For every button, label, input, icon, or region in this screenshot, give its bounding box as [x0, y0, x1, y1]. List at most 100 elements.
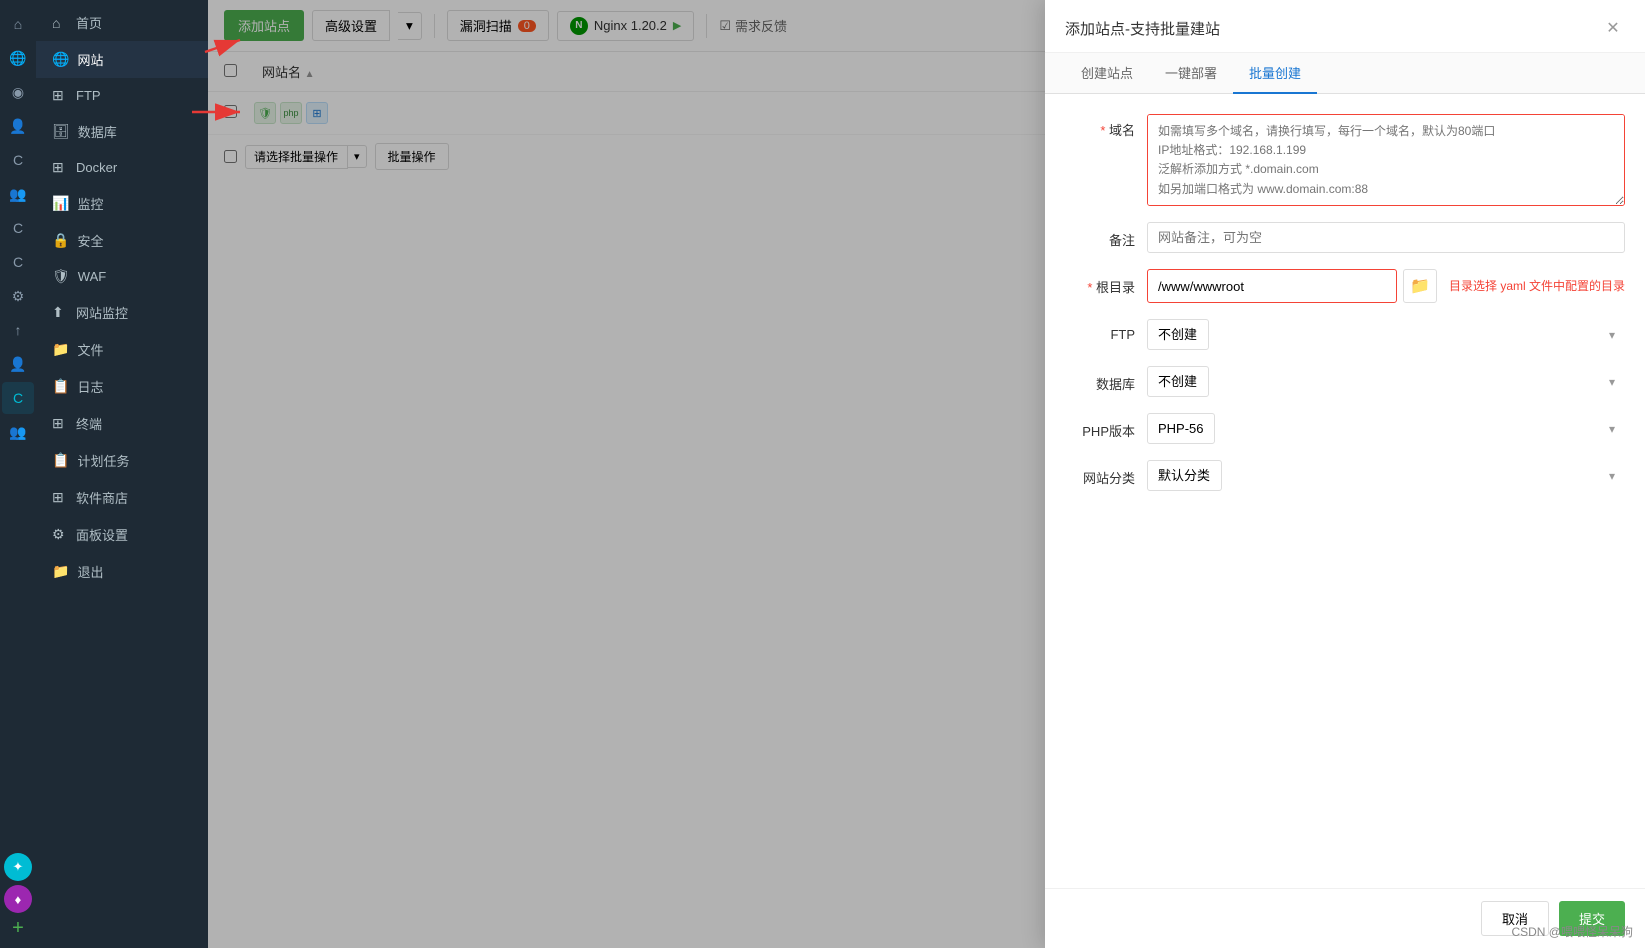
group-sidebar-icon[interactable]: 👥	[2, 178, 34, 210]
sidebar-docker-label: Docker	[76, 160, 117, 175]
db-select[interactable]: 不创建	[1147, 366, 1209, 397]
sidebar-webmonitor-label: 网站监控	[76, 303, 128, 322]
add-site-modal: 添加站点-支持批量建站 ✕ 创建站点 一键部署 批量创建 域名	[1045, 0, 1645, 948]
purple-action-icon[interactable]: ♦	[4, 885, 32, 913]
tab-create-site[interactable]: 创建站点	[1065, 53, 1149, 94]
logs-icon: 📋	[52, 378, 69, 395]
sidebar-item-waf[interactable]: 🛡 WAF	[36, 259, 208, 294]
sidebar-item-home[interactable]: ⌂ 首页	[36, 4, 208, 41]
files-icon: 📁	[52, 341, 69, 358]
sidebar-security-label: 安全	[77, 231, 103, 250]
c3-sidebar-icon[interactable]: C	[2, 246, 34, 278]
modal-overlay: 添加站点-支持批量建站 ✕ 创建站点 一键部署 批量创建 域名	[208, 0, 1645, 948]
sidebar-terminal-label: 终端	[76, 414, 102, 433]
user2-sidebar-icon[interactable]: 👤	[2, 348, 34, 380]
sidebar-item-panel[interactable]: ⚙ 面板设置	[36, 516, 208, 553]
github-sidebar-icon[interactable]: ◉	[2, 76, 34, 108]
sidebar-files-label: 文件	[77, 340, 103, 359]
sidebar-item-terminal[interactable]: ⊞ 终端	[36, 405, 208, 442]
modal-tabs: 创建站点 一键部署 批量创建	[1045, 53, 1645, 94]
user-sidebar-icon[interactable]: 👤	[2, 110, 34, 142]
tab-batch-create[interactable]: 批量创建	[1233, 53, 1317, 94]
sidebar-item-logout[interactable]: 📁 退出	[36, 553, 208, 590]
php-form-row: PHP版本 PHP-56	[1065, 413, 1625, 444]
gear-sidebar-icon[interactable]: ⚙	[2, 280, 34, 312]
c4-sidebar-icon[interactable]: C	[2, 382, 34, 414]
sidebar-item-security[interactable]: 🔒 安全	[36, 222, 208, 259]
root-hint-text: 目录选择 yaml 文件中配置的目录	[1449, 269, 1625, 294]
sidebar-panel-label: 面板设置	[76, 525, 128, 544]
sidebar-database-label: 数据库	[78, 122, 117, 141]
sidebar-item-database[interactable]: 🗄 数据库	[36, 113, 208, 150]
php-label: PHP版本	[1065, 413, 1135, 440]
domain-textarea[interactable]	[1147, 114, 1625, 206]
ftp-select[interactable]: 不创建	[1147, 319, 1209, 350]
sidebar-icon-strip: ⌂ 🌐 ◉ 👤 C 👥 C C ⚙ ↑ 👤 C 👥 ✦ ♦ +	[0, 0, 36, 948]
category-select-wrapper: 默认分类	[1147, 460, 1625, 491]
sidebar-ftp-label: FTP	[76, 88, 101, 103]
category-form-row: 网站分类 默认分类	[1065, 460, 1625, 491]
tab-one-click-deploy[interactable]: 一键部署	[1149, 53, 1233, 94]
store-icon: ⊞	[52, 489, 68, 506]
remark-input[interactable]	[1147, 222, 1625, 253]
php-select-wrapper: PHP-56	[1147, 413, 1625, 444]
tasks-icon: 📋	[52, 452, 69, 469]
root-input-group: 📁	[1147, 269, 1437, 303]
root-label: 根目录	[1065, 269, 1135, 296]
db-label: 数据库	[1065, 366, 1135, 393]
watermark: CSDN @喂喂怪呆呆狗	[1511, 923, 1633, 940]
db-select-wrapper: 不创建	[1147, 366, 1625, 397]
sidebar-item-docker[interactable]: ⊞ Docker	[36, 150, 208, 185]
home-sidebar-icon[interactable]: ⌂	[2, 8, 34, 40]
c2-sidebar-icon[interactable]: C	[2, 212, 34, 244]
sidebar-item-tasks[interactable]: 📋 计划任务	[36, 442, 208, 479]
category-label: 网站分类	[1065, 460, 1135, 487]
group2-sidebar-icon[interactable]: 👥	[2, 416, 34, 448]
home-icon: ⌂	[52, 15, 68, 31]
sidebar-waf-label: WAF	[78, 269, 106, 284]
waf-icon: 🛡	[52, 268, 70, 285]
db-form-row: 数据库 不创建	[1065, 366, 1625, 397]
main-sidebar: ⌂ 首页 🌐 网站 ⊞ FTP 🗄 数据库 ⊞ Docker 📊 监控 🔒 安全…	[36, 0, 208, 948]
c1-sidebar-icon[interactable]: C	[2, 144, 34, 176]
sidebar-item-monitor[interactable]: 📊 监控	[36, 185, 208, 222]
docker-icon: ⊞	[52, 159, 68, 176]
modal-close-button[interactable]: ✕	[1601, 16, 1625, 40]
sidebar-item-ftp[interactable]: ⊞ FTP	[36, 78, 208, 113]
sidebar-item-webmonitor[interactable]: ⬆ 网站监控	[36, 294, 208, 331]
arrow-sidebar-icon[interactable]: ↑	[2, 314, 34, 346]
sidebar-monitor-label: 监控	[77, 194, 103, 213]
content-area: 添加站点 高级设置 ▾ 漏洞扫描 0 N Nginx 1.20.2 ▶ ☑ 需求…	[208, 0, 1645, 948]
database-icon: 🗄	[52, 123, 70, 140]
modal-header: 添加站点-支持批量建站 ✕	[1045, 0, 1645, 53]
webmonitor-icon: ⬆	[52, 304, 68, 321]
ftp-form-row: FTP 不创建	[1065, 319, 1625, 350]
php-select[interactable]: PHP-56	[1147, 413, 1215, 444]
ftp-label: FTP	[1065, 319, 1135, 342]
plus-icon[interactable]: +	[12, 917, 24, 940]
sidebar-item-store[interactable]: ⊞ 软件商店	[36, 479, 208, 516]
ftp-icon: ⊞	[52, 87, 68, 104]
sidebar-item-logs[interactable]: 📋 日志	[36, 368, 208, 405]
remark-form-row: 备注	[1065, 222, 1625, 253]
ftp-select-wrapper: 不创建	[1147, 319, 1625, 350]
sidebar-store-label: 软件商店	[76, 488, 128, 507]
domain-label: 域名	[1065, 114, 1135, 139]
website-icon: 🌐	[52, 51, 69, 68]
remark-label: 备注	[1065, 222, 1135, 249]
domain-form-row: 域名	[1065, 114, 1625, 206]
sidebar-item-website[interactable]: 🌐 网站	[36, 41, 208, 78]
modal-title: 添加站点-支持批量建站	[1065, 18, 1220, 39]
teal-action-icon[interactable]: ✦	[4, 853, 32, 881]
sidebar-bottom-icons: ✦ ♦ +	[4, 853, 32, 940]
sidebar-logs-label: 日志	[77, 377, 103, 396]
folder-picker-button[interactable]: 📁	[1403, 269, 1437, 303]
sidebar-website-label: 网站	[77, 50, 103, 69]
sidebar-item-files[interactable]: 📁 文件	[36, 331, 208, 368]
monitor-icon: 📊	[52, 195, 69, 212]
globe-sidebar-icon[interactable]: 🌐	[2, 42, 34, 74]
category-select[interactable]: 默认分类	[1147, 460, 1222, 491]
security-icon: 🔒	[52, 232, 69, 249]
root-dir-input[interactable]	[1147, 269, 1397, 303]
terminal-icon: ⊞	[52, 415, 68, 432]
